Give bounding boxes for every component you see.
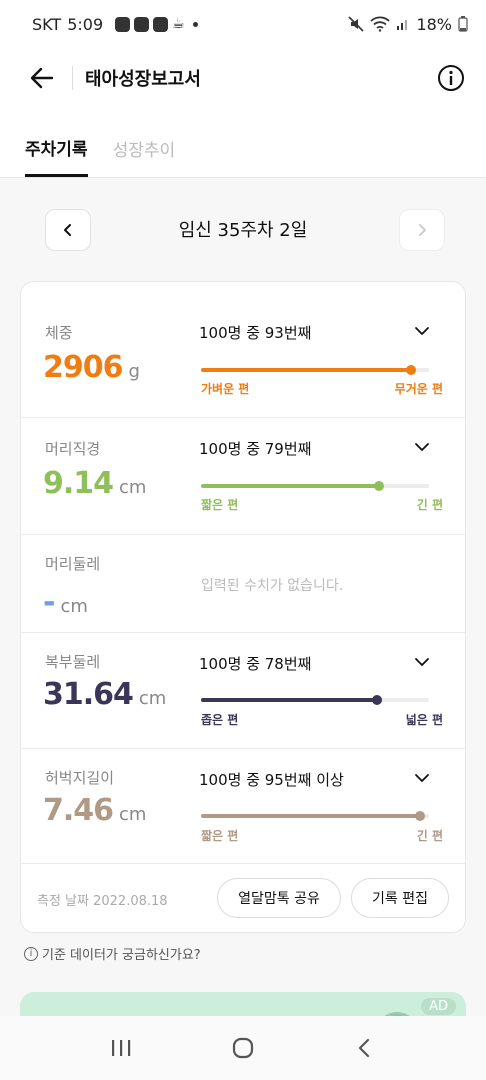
metric-unit: cm xyxy=(119,804,147,825)
more-notifications-dot xyxy=(192,21,198,27)
home-icon xyxy=(232,1037,254,1059)
next-week-button[interactable] xyxy=(399,209,445,251)
metric-name: 허벅지길이 xyxy=(45,769,115,787)
bar-high-label: 넓은 편 xyxy=(405,713,443,727)
metric-value: 31.64 cm xyxy=(43,677,166,712)
tab-weekly-record[interactable]: 주차기록 xyxy=(25,135,88,177)
bar-high-label: 긴 편 xyxy=(416,829,443,843)
edit-record-button[interactable]: 기록 편집 xyxy=(351,878,449,918)
metric-number: - xyxy=(43,585,55,620)
week-selector: 임신 35주차 2일 xyxy=(0,178,486,280)
bar-low-label: 가벼운 편 xyxy=(201,382,250,396)
chevron-right-icon xyxy=(419,224,426,236)
info-circle-icon: i xyxy=(24,946,38,961)
arrow-left-icon xyxy=(30,67,54,89)
bar-low-label: 짧은 편 xyxy=(201,829,239,843)
metric-unit: g xyxy=(128,361,140,382)
back-button[interactable] xyxy=(24,60,60,96)
system-back-button[interactable] xyxy=(345,1028,385,1068)
percentile-bar-fill xyxy=(201,484,379,488)
percentile-marker xyxy=(405,365,416,375)
metric-name: 체중 xyxy=(45,324,73,342)
tab-growth-trend[interactable]: 성장추이 xyxy=(113,136,176,177)
recent-apps-button[interactable] xyxy=(101,1028,141,1068)
rank-text: 100명 중 93번째 xyxy=(199,324,312,342)
app-bar: 태아성장보고서 xyxy=(0,48,486,108)
rank-text: 100명 중 95번째 이상 xyxy=(199,771,344,789)
metric-unit: cm xyxy=(138,688,167,709)
metric-name: 복부둘레 xyxy=(45,653,101,671)
system-navigation-bar xyxy=(0,1016,486,1080)
notification-icons: ☕ xyxy=(115,16,198,32)
percentile-bar xyxy=(201,481,429,491)
metric-row-abdominal-circumference: 복부둘레 31.64 cm 100명 중 78번째 좁은 편 넓은 편 xyxy=(21,633,465,749)
tab-bar: 주차기록 성장추이 xyxy=(0,108,486,178)
metric-row-head-circumference: 머리둘레 - cm 입력된 수치가 없습니다. xyxy=(21,535,465,633)
metric-number: 9.14 xyxy=(43,466,114,501)
metric-value: - cm xyxy=(43,585,88,620)
chevron-down-icon[interactable] xyxy=(413,653,431,671)
rank-text: 100명 중 78번째 xyxy=(199,655,312,673)
rank-text: 100명 중 79번째 xyxy=(199,440,312,458)
percentile-bar xyxy=(201,811,429,821)
previous-week-button[interactable] xyxy=(45,209,91,251)
battery-icon xyxy=(458,16,468,32)
info-icon xyxy=(438,65,464,91)
bar-low-label: 짧은 편 xyxy=(201,498,239,512)
metric-row-head-diameter: 머리직경 9.14 cm 100명 중 79번째 짧은 편 긴 편 xyxy=(21,418,465,535)
percentile-bar xyxy=(201,695,429,705)
info-button[interactable] xyxy=(434,61,468,95)
chevron-down-icon[interactable] xyxy=(413,438,431,456)
metric-value: 2906 g xyxy=(43,350,140,385)
metric-value: 7.46 cm xyxy=(43,793,146,828)
cup-icon: ☕ xyxy=(172,16,185,32)
percentile-marker xyxy=(371,695,382,705)
chevron-left-icon xyxy=(64,224,71,236)
signal-icon xyxy=(396,17,410,31)
chevron-down-icon[interactable] xyxy=(413,322,431,340)
page-title: 태아성장보고서 xyxy=(72,66,201,90)
app-notification-icon xyxy=(153,16,169,32)
share-button[interactable]: 열달맘톡 공유 xyxy=(217,878,341,918)
battery-percent: 18% xyxy=(416,14,452,34)
percentile-bar-fill xyxy=(201,698,377,702)
chevron-left-icon xyxy=(358,1038,370,1058)
bar-high-label: 긴 편 xyxy=(416,498,443,512)
empty-value-message: 입력된 수치가 없습니다. xyxy=(201,578,344,594)
percentile-marker xyxy=(373,481,384,491)
metric-value: 9.14 cm xyxy=(43,466,146,501)
percentile-bar xyxy=(201,365,429,375)
bar-low-label: 좁은 편 xyxy=(201,713,239,727)
metric-name: 머리둘레 xyxy=(45,555,101,573)
growth-report-card: 체중 2906 g 100명 중 93번째 가벼운 편 무거운 편 머리직경 9.… xyxy=(20,281,466,933)
week-label: 임신 35주차 2일 xyxy=(178,220,308,241)
percentile-bar-fill xyxy=(201,814,420,818)
home-button[interactable] xyxy=(223,1028,263,1068)
card-footer: 측정 날짜 2022.08.18 열달맘톡 공유 기록 편집 xyxy=(21,864,465,932)
app-notification-icon xyxy=(134,16,150,32)
measure-date: 측정 날짜 2022.08.18 xyxy=(37,894,168,909)
metric-row-weight: 체중 2906 g 100명 중 93번째 가벼운 편 무거운 편 xyxy=(21,282,465,418)
metric-unit: cm xyxy=(60,596,88,617)
clock: 5:09 xyxy=(67,14,104,34)
mute-icon xyxy=(348,16,365,32)
metric-name: 머리직경 xyxy=(45,440,101,458)
metric-unit: cm xyxy=(119,477,147,498)
metric-number: 31.64 xyxy=(43,677,134,712)
percentile-marker xyxy=(414,811,425,821)
chevron-down-icon[interactable] xyxy=(413,769,431,787)
metric-number: 2906 xyxy=(43,350,123,385)
percentile-bar-fill xyxy=(201,368,411,372)
status-bar: SKT 5:09 ☕ 18% xyxy=(0,0,486,48)
carrier-label: SKT xyxy=(32,14,62,34)
reference-data-help-link[interactable]: i 기준 데이터가 궁금하신가요? xyxy=(24,944,201,963)
metric-row-femur-length: 허벅지길이 7.46 cm 100명 중 95번째 이상 짧은 편 긴 편 xyxy=(21,749,465,864)
ad-badge: AD xyxy=(421,998,456,1015)
help-text: 기준 데이터가 궁금하신가요? xyxy=(42,948,201,963)
app-notification-icon xyxy=(115,16,131,32)
wifi-icon xyxy=(370,16,391,32)
recent-apps-icon xyxy=(112,1040,131,1056)
bar-high-label: 무거운 편 xyxy=(394,382,443,396)
metric-number: 7.46 xyxy=(43,793,114,828)
